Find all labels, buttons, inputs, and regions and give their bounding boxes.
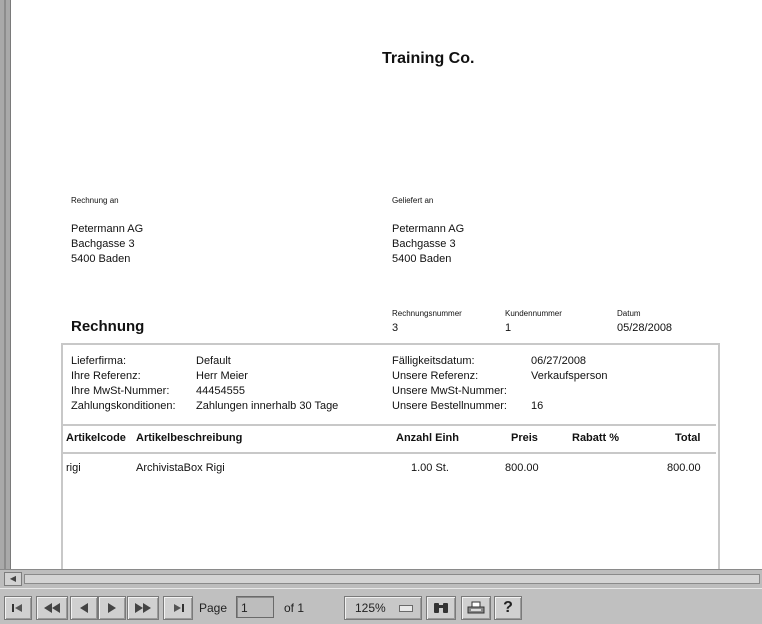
last-page-icon[interactable] <box>163 596 193 620</box>
info-value: 16 <box>531 400 544 412</box>
col-header-price: Preis <box>511 432 538 444</box>
bill-to-line: Petermann AG <box>71 223 144 235</box>
help-icon[interactable]: ? <box>494 596 522 620</box>
info-label: Ihre Referenz: <box>71 370 141 382</box>
left-border <box>0 0 11 575</box>
ship-to-line: Bachgasse 3 <box>392 238 456 250</box>
customer-number-value: 1 <box>505 322 512 334</box>
next-page-icon[interactable] <box>98 596 126 620</box>
print-icon[interactable] <box>461 596 491 620</box>
page-label: Page <box>199 601 228 615</box>
ship-to-line: 5400 Baden <box>392 253 452 265</box>
bill-to-line: Bachgasse 3 <box>71 238 135 250</box>
row-quantity: 1.00 St. <box>411 462 449 474</box>
prev-page-icon[interactable] <box>70 596 98 620</box>
scroll-left-icon[interactable]: ◀ <box>4 572 22 586</box>
invoice-number-label: Rechnungsnummer <box>392 309 462 318</box>
info-label: Unsere Referenz: <box>392 370 479 382</box>
zoom-select[interactable]: 125% <box>344 596 422 620</box>
rewind-icon[interactable] <box>36 596 68 620</box>
viewer-toolbar: Page 1 of 1 125% ? <box>0 588 762 624</box>
invoice-title: Rechnung <box>71 318 145 335</box>
page-count: of 1 <box>284 601 305 615</box>
page-number-input[interactable]: 1 <box>236 596 274 618</box>
info-label: Zahlungskonditionen: <box>71 400 176 412</box>
info-value: 44454555 <box>196 385 245 397</box>
horizontal-scrollbar[interactable]: ◀ <box>0 569 762 588</box>
scroll-track[interactable] <box>24 574 760 584</box>
document-page: Training Co. Rechnung an Petermann AG Ba… <box>11 0 762 569</box>
company-name: Training Co. <box>382 50 475 67</box>
info-label: Lieferfirma: <box>71 355 127 367</box>
info-value: Default <box>196 355 231 367</box>
customer-number-label: Kundennummer <box>505 309 562 318</box>
col-header-discount: Rabatt % <box>572 432 620 444</box>
info-value: 06/27/2008 <box>531 355 587 367</box>
row-total: 800.00 <box>667 462 701 474</box>
info-value: Herr Meier <box>196 370 248 382</box>
bill-to-label: Rechnung an <box>71 196 119 205</box>
zoom-value: 125% <box>355 601 386 615</box>
col-header-description: Artikelbeschreibung <box>136 432 243 444</box>
date-label: Datum <box>617 309 641 318</box>
ship-to-label: Geliefert an <box>392 196 434 205</box>
table-separator <box>63 452 716 454</box>
col-header-code: Artikelcode <box>66 432 126 444</box>
row-description: ArchivistaBox Rigi <box>136 462 225 474</box>
info-label: Unsere Bestellnummer: <box>392 400 507 412</box>
invoice-number-value: 3 <box>392 322 399 334</box>
dropdown-indicator-icon <box>399 605 413 612</box>
info-label: Ihre MwSt-Nummer: <box>71 385 170 397</box>
col-header-total: Total <box>675 432 701 444</box>
date-value: 05/28/2008 <box>617 322 673 334</box>
info-label: Fälligkeitsdatum: <box>392 355 475 367</box>
fast-forward-icon[interactable] <box>127 596 159 620</box>
info-label: Unsere MwSt-Nummer: <box>392 385 507 397</box>
first-page-icon[interactable] <box>4 596 32 620</box>
invoice-details-box <box>61 343 720 569</box>
header-separator <box>63 424 716 426</box>
ship-to-line: Petermann AG <box>392 223 465 235</box>
bill-to-line: 5400 Baden <box>71 253 131 265</box>
info-value: Zahlungen innerhalb 30 Tage <box>196 400 339 412</box>
info-value: Verkaufsperson <box>531 370 608 382</box>
col-header-quantity: Anzahl Einh <box>396 432 459 444</box>
row-code: rigi <box>66 462 81 474</box>
find-icon[interactable] <box>426 596 456 620</box>
row-price: 800.00 <box>505 462 539 474</box>
